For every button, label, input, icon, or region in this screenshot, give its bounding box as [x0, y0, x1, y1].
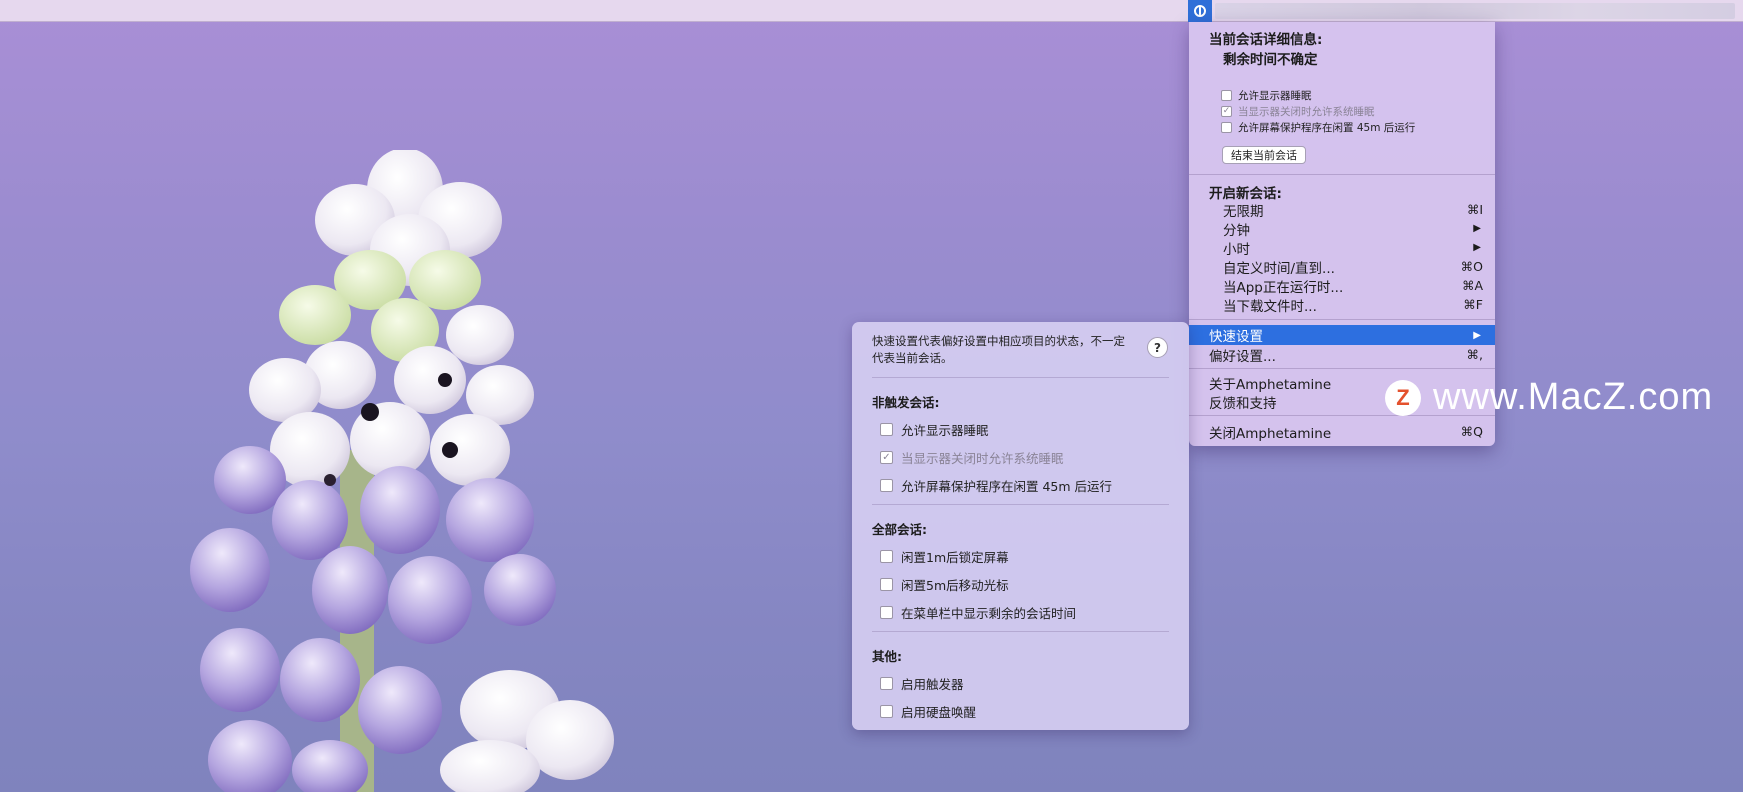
checkbox[interactable]: [1221, 122, 1232, 133]
macz-logo-icon: Z: [1385, 379, 1421, 416]
menu-item-quick-settings[interactable]: 快速设置 ▶: [1189, 325, 1495, 345]
session-option-display-sleep[interactable]: 允许显示器睡眠: [1221, 88, 1312, 103]
panel-separator: [872, 631, 1169, 632]
checkbox[interactable]: [880, 479, 893, 492]
qs-option-show-remaining[interactable]: 在菜单栏中显示剩余的会话时间: [880, 603, 1076, 622]
checkbox[interactable]: [880, 606, 893, 619]
section-title-non-trigger: 非触发会话:: [872, 395, 940, 410]
shortcut-label: ⌘A: [1461, 278, 1483, 293]
watermark-text: www.MacZ.com: [1433, 376, 1714, 418]
session-remaining-time: 剩余时间不确定: [1223, 52, 1318, 68]
menu-item-preferences[interactable]: 偏好设置... ⌘,: [1189, 345, 1495, 365]
checkbox[interactable]: [880, 677, 893, 690]
session-option-screensaver[interactable]: 允许屏幕保护程序在闲置 45m 后运行: [1221, 120, 1415, 135]
qs-option-screensaver[interactable]: 允许屏幕保护程序在闲置 45m 后运行: [880, 476, 1112, 495]
checkbox: ✓: [880, 451, 893, 464]
menu-bar: [0, 0, 1743, 22]
submenu-arrow-icon: ▶: [1473, 223, 1481, 234]
submenu-arrow-icon: ▶: [1473, 329, 1481, 341]
qs-option-display-sleep[interactable]: 允许显示器睡眠: [880, 420, 989, 439]
amphetamine-pill-icon[interactable]: [1188, 0, 1212, 22]
watermark: Z www.MacZ.com: [1385, 376, 1713, 419]
section-title-all-sessions: 全部会话:: [872, 522, 927, 537]
section-title-other: 其他:: [872, 649, 902, 664]
grape-hyacinth-flower-image: [190, 150, 614, 792]
menu-item-indefinitely[interactable]: 无限期 ⌘I: [1189, 200, 1495, 220]
shortcut-label: ⌘,: [1466, 347, 1483, 362]
menu-item-hours[interactable]: 小时 ▶: [1189, 238, 1495, 258]
shortcut-label: ⌘F: [1463, 297, 1483, 312]
menu-separator: [1189, 368, 1495, 369]
menu-separator: [1189, 319, 1495, 320]
menu-item-custom-time[interactable]: 自定义时间/直到... ⌘O: [1189, 257, 1495, 277]
menu-separator: [1189, 174, 1495, 175]
shortcut-label: ⌘O: [1460, 259, 1483, 274]
quick-settings-panel: 快速设置代表偏好设置中相应项目的状态，不一定代表当前会话。 ? 非触发会话: 允…: [852, 322, 1189, 730]
checkbox[interactable]: [880, 423, 893, 436]
panel-separator: [872, 377, 1169, 378]
qs-option-system-sleep: ✓ 当显示器关闭时允许系统睡眠: [880, 448, 1064, 467]
session-details-title: 当前会话详细信息:: [1209, 32, 1323, 48]
submenu-arrow-icon: ▶: [1473, 242, 1481, 253]
checkbox[interactable]: [880, 578, 893, 591]
qs-option-move-cursor[interactable]: 闲置5m后移动光标: [880, 575, 1009, 594]
menu-item-while-downloading[interactable]: 当下载文件时... ⌘F: [1189, 295, 1495, 315]
session-option-system-sleep: ✓ 当显示器关闭时允许系统睡眠: [1221, 106, 1375, 118]
panel-separator: [872, 504, 1169, 505]
quick-settings-description: 快速设置代表偏好设置中相应项目的状态，不一定代表当前会话。: [872, 334, 1125, 365]
end-session-button[interactable]: 结束当前会话: [1222, 146, 1306, 164]
blurred-menu-bar-items: [1215, 3, 1735, 19]
checkbox[interactable]: [880, 550, 893, 563]
menu-item-while-app-running[interactable]: 当App正在运行时... ⌘A: [1189, 276, 1495, 296]
checkbox[interactable]: [880, 705, 893, 718]
qs-option-lock-screen[interactable]: 闲置1m后锁定屏幕: [880, 547, 1009, 566]
help-button[interactable]: ?: [1147, 337, 1168, 358]
checkbox[interactable]: [1221, 90, 1232, 101]
qs-option-drive-alive[interactable]: 启用硬盘唤醒: [880, 702, 976, 721]
menu-item-quit[interactable]: 关闭Amphetamine ⌘Q: [1189, 422, 1495, 442]
menu-item-minutes[interactable]: 分钟 ▶: [1189, 219, 1495, 239]
qs-option-enable-triggers[interactable]: 启用触发器: [880, 674, 964, 693]
checkbox: ✓: [1221, 106, 1232, 117]
shortcut-label: ⌘Q: [1460, 424, 1483, 439]
shortcut-label: ⌘I: [1466, 202, 1483, 217]
